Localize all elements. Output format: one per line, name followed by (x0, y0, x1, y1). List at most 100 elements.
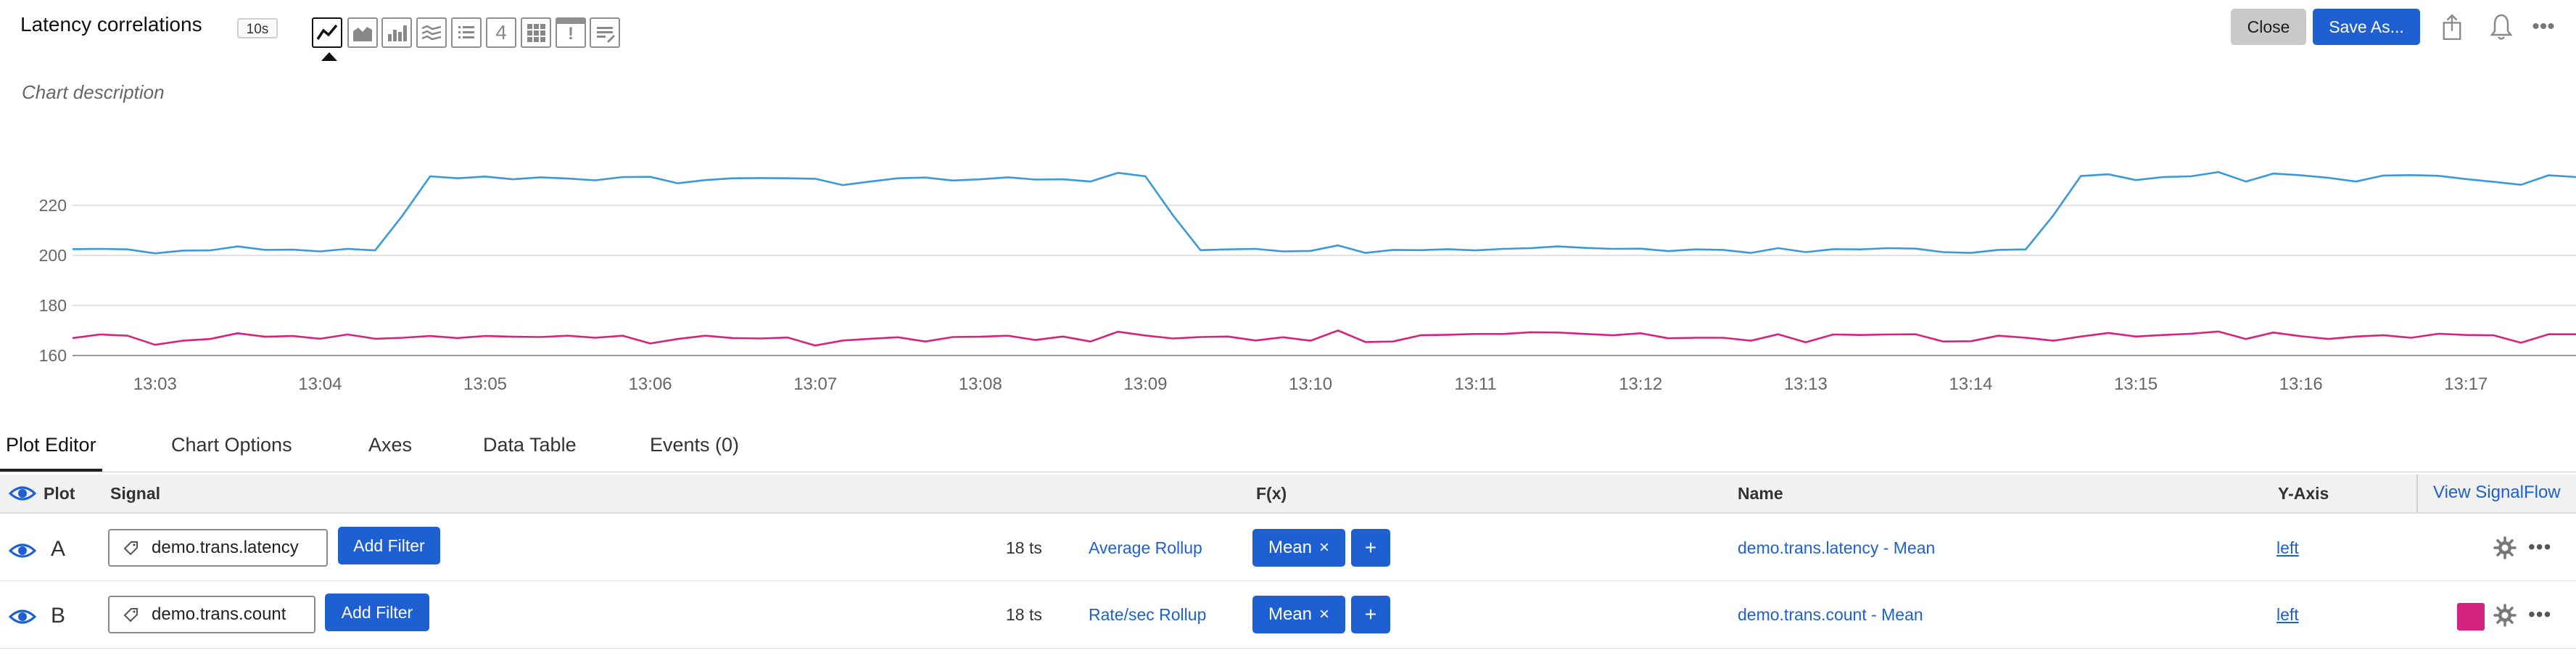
x-tick-label: 13:11 (1454, 374, 1496, 394)
tab-plot-editor[interactable]: Plot Editor (6, 434, 96, 456)
header-name: Name (1738, 484, 1783, 503)
single-value-type-button[interactable]: 4 (486, 17, 516, 48)
x-tick-label: 13:08 (959, 374, 1002, 394)
yaxis-selector[interactable]: left (2276, 538, 2299, 558)
more-icon[interactable]: ••• (2527, 9, 2560, 45)
row-divider (0, 580, 2576, 581)
x-tick-label: 13:07 (793, 374, 837, 394)
event-feed-icon: ! (568, 24, 574, 44)
histogram-chart-icon (421, 25, 442, 41)
eye-icon[interactable] (9, 607, 36, 626)
chart-description[interactable]: Chart description (22, 81, 165, 104)
row-more-icon[interactable]: ••• (2528, 535, 2551, 559)
histogram-chart-type-button[interactable] (416, 17, 447, 48)
plot-name[interactable]: demo.trans.count - Mean (1738, 605, 1923, 625)
plot-name[interactable]: demo.trans.latency - Mean (1738, 538, 1935, 558)
tab-chart-options[interactable]: Chart Options (171, 434, 292, 456)
text-note-type-button[interactable] (590, 17, 620, 48)
add-filter-button[interactable]: Add Filter (325, 594, 429, 631)
signalflow-divider (2416, 475, 2418, 512)
x-tick-label: 13:17 (2444, 374, 2488, 394)
bell-icon (2490, 14, 2513, 40)
line-chart-type-button[interactable] (312, 17, 342, 48)
area-chart-type-button[interactable] (347, 17, 378, 48)
y-tick-label: 180 (39, 296, 67, 315)
x-tick-label: 13:10 (1289, 374, 1332, 394)
text-note-icon (597, 27, 615, 43)
series-line-b (72, 329, 2576, 347)
plot-letter: A (51, 537, 66, 561)
chart-title[interactable]: Latency correlations (20, 13, 202, 36)
y-tick-label: 220 (39, 196, 67, 215)
active-chart-type-caret (321, 52, 337, 61)
plot-grid-header (0, 475, 2576, 513)
ts-count: 18 ts (1006, 605, 1042, 624)
rollup-link[interactable]: Average Rollup (1089, 538, 1202, 558)
y-tick-label: 160 (39, 346, 67, 365)
x-tick-label: 13:14 (1949, 374, 1992, 394)
eye-icon[interactable] (9, 484, 36, 503)
plot-color-swatch[interactable] (2457, 603, 2485, 631)
x-tick-label: 13:06 (629, 374, 672, 394)
row-divider (0, 513, 2576, 514)
remove-function-icon[interactable]: × (1319, 538, 1329, 558)
column-chart-icon (388, 25, 407, 41)
share-icon (2443, 14, 2461, 41)
single-value-icon: 4 (495, 21, 507, 44)
y-tick-label: 200 (39, 246, 67, 265)
heatmap-type-button[interactable] (521, 17, 551, 48)
x-tick-label: 13:09 (1123, 374, 1167, 394)
event-feed-type-button[interactable]: ! (556, 17, 586, 48)
x-tick-label: 13:04 (298, 374, 342, 394)
gear-icon[interactable] (2493, 535, 2517, 560)
x-tick-label: 13:05 (463, 374, 507, 394)
add-function-button[interactable]: + (1351, 529, 1390, 567)
gear-icon[interactable] (2493, 603, 2517, 628)
rollup-link[interactable]: Rate/sec Rollup (1089, 605, 1206, 625)
row-divider (0, 648, 2576, 649)
header-plot: Plot (44, 484, 75, 503)
header-yaxis: Y-Axis (2278, 484, 2329, 503)
area-chart-icon (353, 27, 372, 41)
row-more-icon[interactable]: ••• (2528, 603, 2551, 626)
x-tick-label: 13:03 (133, 374, 177, 394)
signal-name: demo.trans.latency (152, 538, 299, 557)
list-chart-type-button[interactable] (451, 17, 482, 48)
plot-letter: B (51, 604, 66, 628)
series-line-a (72, 171, 2576, 255)
heatmap-icon (527, 24, 545, 42)
x-tick-label: 13:15 (2114, 374, 2158, 394)
function-chip[interactable]: Mean × (1252, 529, 1345, 567)
save-as-button[interactable]: Save As... (2313, 9, 2420, 45)
function-label: Mean (1268, 538, 1313, 557)
view-signalflow-link[interactable]: View SignalFlow (2433, 482, 2561, 503)
header-fx: F(x) (1256, 484, 1287, 503)
tag-icon (123, 541, 138, 556)
signal-field[interactable]: demo.trans.count (108, 596, 315, 633)
x-tick-label: 13:13 (1784, 374, 1828, 394)
share-button[interactable] (2435, 9, 2469, 45)
function-chip[interactable]: Mean × (1252, 596, 1345, 633)
line-chart-icon (316, 24, 338, 40)
tab-axes[interactable]: Axes (368, 434, 412, 456)
list-chart-icon (458, 26, 474, 38)
signal-field[interactable]: demo.trans.latency (108, 529, 328, 567)
add-filter-button[interactable]: Add Filter (338, 527, 440, 564)
x-tick-label: 13:16 (2279, 374, 2323, 394)
remove-function-icon[interactable]: × (1319, 604, 1329, 625)
column-chart-type-button[interactable] (381, 17, 412, 48)
yaxis-selector[interactable]: left (2276, 605, 2299, 625)
alert-button[interactable] (2485, 9, 2518, 45)
resolution-badge: 10s (237, 18, 278, 38)
ts-count: 18 ts (1006, 538, 1042, 557)
function-label: Mean (1268, 604, 1313, 624)
tab-events[interactable]: Events (0) (650, 434, 739, 456)
latency-line-chart: 160 180 200 220 13:03 13:04 13:05 13:06 13:07 13:… (39, 171, 2576, 394)
x-tick-label: 13:12 (1619, 374, 1662, 394)
close-button[interactable]: Close (2231, 9, 2306, 45)
tag-icon (123, 608, 138, 623)
tab-data-table[interactable]: Data Table (483, 434, 577, 456)
header-signal: Signal (110, 484, 161, 503)
eye-icon[interactable] (9, 541, 36, 560)
add-function-button[interactable]: + (1351, 596, 1390, 633)
